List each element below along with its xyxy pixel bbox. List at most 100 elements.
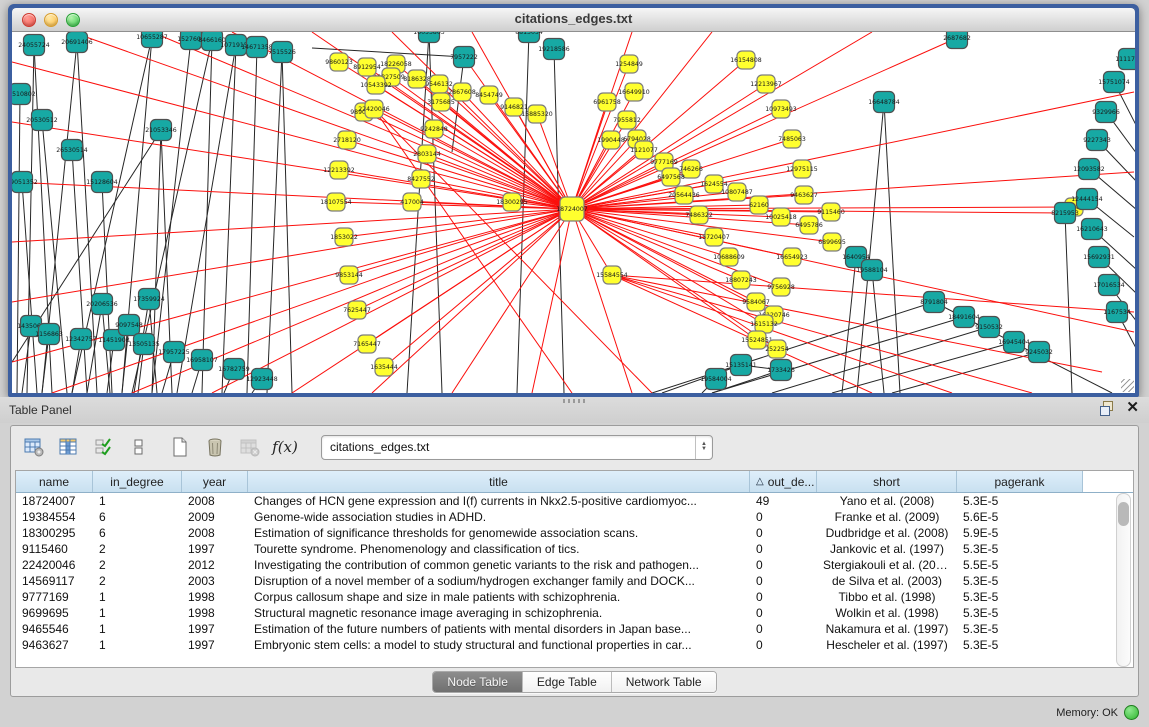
cell-year[interactable]: 1998: [182, 589, 248, 605]
graph-node[interactable]: 1111704: [1115, 49, 1135, 70]
graph-node[interactable]: 18807243: [725, 271, 757, 289]
cell-name[interactable]: 9463627: [16, 637, 93, 653]
graph-node[interactable]: 9242848: [420, 120, 448, 138]
cell-in-degree[interactable]: 2: [93, 557, 182, 573]
cell-title[interactable]: Structural magnetic resonance image aver…: [248, 605, 750, 621]
cell-out-de-[interactable]: 0: [750, 637, 817, 653]
column-header-short[interactable]: short: [817, 471, 957, 492]
cell-in-degree[interactable]: 1: [93, 605, 182, 621]
cell-year[interactable]: 1997: [182, 541, 248, 557]
graph-node[interactable]: 15128604: [86, 172, 118, 193]
graph-node[interactable]: 19218586: [538, 39, 570, 60]
graph-node[interactable]: 6899695: [818, 233, 846, 251]
column-header-title[interactable]: title: [248, 471, 750, 492]
cell-pagerank[interactable]: 5.5E-5: [957, 557, 1083, 573]
graph-node[interactable]: 16654923: [776, 248, 808, 266]
cell-short[interactable]: Yano et al. (2008): [817, 493, 957, 509]
cell-short[interactable]: Hescheler et al. (1997): [817, 637, 957, 653]
cell-title[interactable]: Tourette syndrome. Phenomenology and cla…: [248, 541, 750, 557]
delete-table-button[interactable]: [237, 434, 263, 460]
cell-in-degree[interactable]: 1: [93, 637, 182, 653]
graph-node[interactable]: 7515526: [268, 42, 296, 63]
cell-in-degree[interactable]: 2: [93, 573, 182, 589]
column-header-pagerank[interactable]: pagerank: [957, 471, 1083, 492]
graph-edge[interactable]: [612, 275, 1032, 393]
column-header-name[interactable]: name: [16, 471, 93, 492]
close-panel-icon[interactable]: ✕: [1126, 401, 1139, 415]
tab-network-table[interactable]: Network Table: [612, 672, 716, 692]
cell-in-degree[interactable]: 1: [93, 621, 182, 637]
cell-pagerank[interactable]: 5.3E-5: [957, 589, 1083, 605]
graph-node[interactable]: 7485063: [778, 130, 806, 148]
cell-year[interactable]: 2008: [182, 493, 248, 509]
graph-node[interactable]: 7625447: [343, 301, 371, 319]
graph-node[interactable]: 20206536: [86, 294, 118, 315]
graph-edge[interactable]: [282, 52, 292, 393]
cell-year[interactable]: 1998: [182, 605, 248, 621]
cell-pagerank[interactable]: 5.3E-5: [957, 621, 1083, 637]
column-header-year[interactable]: year: [182, 471, 248, 492]
float-panel-icon[interactable]: [1100, 401, 1114, 415]
cell-year[interactable]: 2012: [182, 557, 248, 573]
window-resize-grip[interactable]: [1121, 379, 1134, 392]
graph-edge[interactable]: [652, 302, 934, 393]
graph-node[interactable]: 1156863: [35, 324, 63, 345]
graph-edge[interactable]: [364, 112, 572, 209]
cell-pagerank[interactable]: 5.6E-5: [957, 509, 1083, 525]
cell-out-de-[interactable]: 0: [750, 573, 817, 589]
graph-edge[interactable]: [357, 209, 572, 310]
graph-node[interactable]: 7957222: [450, 47, 478, 68]
graph-node[interactable]: 9115460: [817, 203, 845, 221]
graph-node[interactable]: 15135141: [725, 355, 757, 376]
graph-node[interactable]: 252254: [765, 340, 789, 358]
function-builder-button[interactable]: f(x): [272, 434, 298, 460]
table-vertical-scrollbar[interactable]: [1116, 493, 1131, 667]
table-row[interactable]: 1830029562008Estimation of significance …: [16, 525, 1133, 541]
graph-node[interactable]: 8813054: [515, 32, 543, 43]
graph-node[interactable]: 24055724: [18, 35, 50, 56]
graph-node[interactable]: 6495786: [795, 216, 823, 234]
table-row[interactable]: 946554611997Estimation of the future num…: [16, 621, 1133, 637]
graph-node[interactable]: 19051352: [12, 172, 38, 193]
graph-edge[interactable]: [367, 209, 572, 344]
cell-name[interactable]: 22420046: [16, 557, 93, 573]
cell-title[interactable]: Investigating the contribution of common…: [248, 557, 750, 573]
column-header-out-de-[interactable]: △out_de...: [750, 471, 817, 492]
graph-node[interactable]: 15584554: [596, 266, 628, 284]
cell-out-de-[interactable]: 0: [750, 525, 817, 541]
graph-node[interactable]: 16154808: [730, 51, 762, 69]
cell-out-de-[interactable]: 0: [750, 509, 817, 525]
cell-title[interactable]: Changes of HCN gene expression and I(f) …: [248, 493, 750, 509]
graph-node[interactable]: 12213392: [323, 161, 355, 179]
cell-name[interactable]: 14569117: [16, 573, 93, 589]
cell-name[interactable]: 9115460: [16, 541, 93, 557]
graph-node[interactable]: 15751074: [1098, 72, 1130, 93]
cell-name[interactable]: 9777169: [16, 589, 93, 605]
table-row[interactable]: 977716911998Corpus callosum shape and si…: [16, 589, 1133, 605]
graph-node[interactable]: 7955812: [613, 111, 641, 129]
cell-short[interactable]: de Silva et al. (2003): [817, 573, 957, 589]
table-row[interactable]: 969969511998Structural magnetic resonanc…: [16, 605, 1133, 621]
cell-year[interactable]: 1997: [182, 637, 248, 653]
graph-node[interactable]: 16649910: [618, 83, 650, 101]
panel-splitter-handle[interactable]: [563, 399, 587, 403]
graph-node[interactable]: 15720407: [698, 228, 730, 246]
graph-node[interactable]: 12923448: [246, 369, 278, 390]
cell-pagerank[interactable]: 5.9E-5: [957, 525, 1083, 541]
cell-title[interactable]: Corpus callosum shape and size in male p…: [248, 589, 750, 605]
cell-name[interactable]: 18300295: [16, 525, 93, 541]
graph-edge[interactable]: [384, 209, 572, 367]
graph-node[interactable]: 10973493: [765, 100, 797, 118]
graph-node[interactable]: 13505135: [128, 334, 160, 355]
cell-year[interactable]: 2009: [182, 509, 248, 525]
graph-edge[interactable]: [17, 94, 20, 393]
graph-node[interactable]: 8791804: [920, 292, 948, 313]
graph-node[interactable]: 20530512: [26, 110, 58, 131]
graph-node[interactable]: 62160: [749, 196, 769, 214]
cell-out-de-[interactable]: 0: [750, 605, 817, 621]
column-header-in-degree[interactable]: in_degree: [93, 471, 182, 492]
graph-node[interactable]: 9329966: [1092, 102, 1120, 123]
graph-edge[interactable]: [222, 45, 236, 393]
table-row[interactable]: 946362711997Embryonic stem cells: a mode…: [16, 637, 1133, 653]
graph-node[interactable]: 1853022: [330, 228, 358, 246]
